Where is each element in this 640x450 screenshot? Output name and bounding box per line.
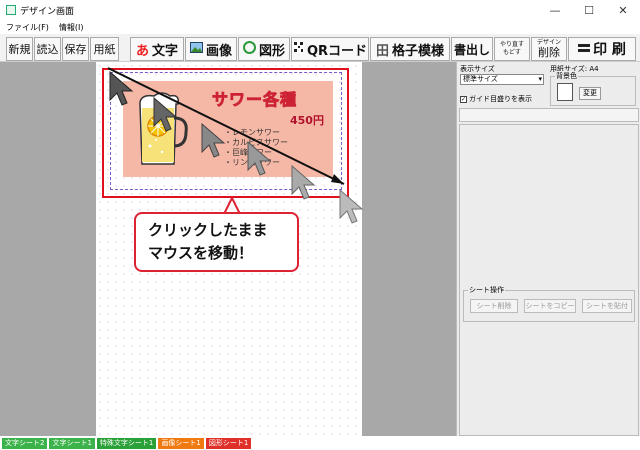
sheet-tab[interactable]: 文字シート1	[49, 437, 95, 449]
mouse-cursor-icon	[339, 188, 364, 224]
instruction-callout: クリックしたまま マウスを移動！	[134, 212, 299, 272]
sheet-list-area[interactable]	[459, 124, 639, 436]
sheet-tabs-strip[interactable]	[459, 108, 639, 122]
display-size-select[interactable]: 標準サイズ ▾	[460, 74, 544, 85]
sheet-ops-label: シート操作	[468, 285, 505, 295]
sheet-ops-group: シート操作 シート削除 シートをコピー シートを貼付	[463, 285, 635, 322]
sheet-tab[interactable]: 特殊文字シート1	[96, 437, 157, 449]
display-size-value: 標準サイズ	[463, 75, 498, 83]
bg-color-swatch[interactable]	[557, 83, 573, 101]
sheet-copy-button[interactable]: シートをコピー	[524, 299, 576, 313]
sheet-delete-button[interactable]: シート削除	[470, 299, 518, 313]
guide-checkbox-label: ガイド目盛りを表示	[469, 95, 532, 103]
guide-checkbox-row[interactable]: ✓ ガイド目盛りを表示	[460, 94, 532, 104]
sheet-tab[interactable]: 画像シート1	[158, 437, 204, 449]
callout-line-1: クリックしたまま	[148, 221, 268, 239]
mouse-cursor-icon	[247, 140, 272, 176]
callout-line-2: マウスを移動！	[148, 244, 254, 262]
chevron-down-icon: ▾	[538, 75, 542, 83]
mouse-cursor-icon	[201, 122, 226, 158]
properties-panel: 表示サイズ 標準サイズ ▾ 用紙サイズ: A4 背景色 変更 ✓ ガイド目盛りを…	[456, 62, 640, 436]
mouse-cursor-icon	[109, 70, 134, 106]
bg-color-group: 背景色 変更	[550, 71, 636, 106]
mouse-cursor-icon	[291, 164, 316, 200]
display-size-label: 表示サイズ	[460, 65, 495, 73]
change-color-button[interactable]: 変更	[579, 87, 601, 100]
sheet-tab[interactable]: 図形シート1	[205, 437, 252, 449]
bg-color-label: 背景色	[555, 71, 578, 81]
sheet-paste-button[interactable]: シートを貼付	[582, 299, 632, 313]
sheet-tabs-bar: 文字シート2 文字シート1 特殊文字シート1 画像シート1 図形シート1	[0, 436, 640, 450]
sheet-tab[interactable]: 文字シート2	[2, 437, 48, 449]
mouse-cursor-icon	[153, 96, 178, 132]
checkbox-checked-icon[interactable]: ✓	[460, 95, 467, 103]
